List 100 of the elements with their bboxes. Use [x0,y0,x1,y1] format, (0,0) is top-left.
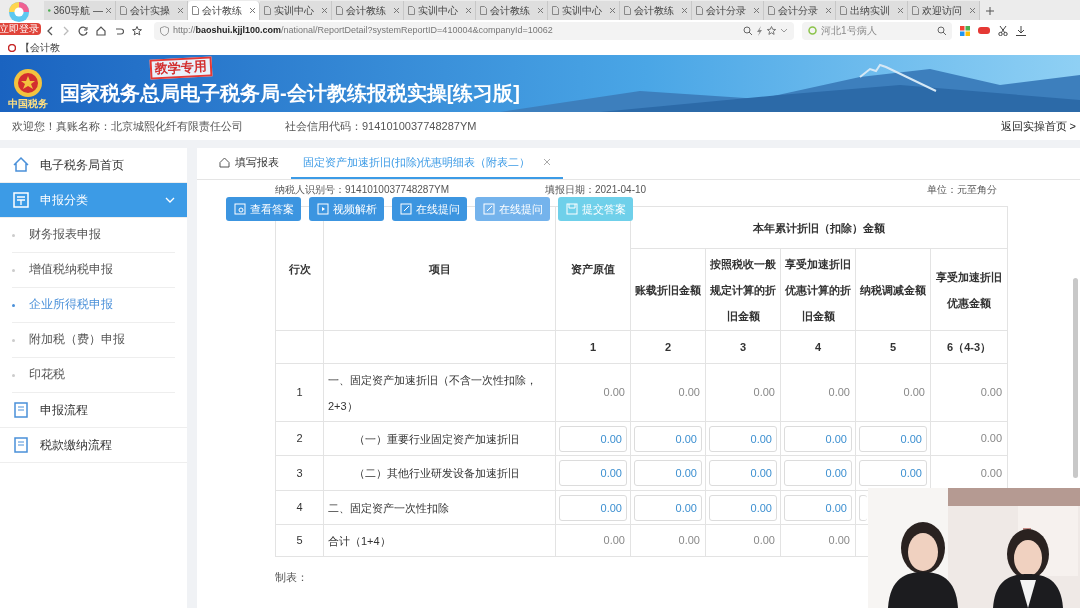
home-icon [12,156,30,174]
bookmark-link[interactable]: 【会计教 [20,42,60,54]
column-header: 账载折旧金额 [630,248,706,331]
site-title: 国家税务总局电子税务局-会计教练报税实操[练习版] [60,81,520,106]
scissors-icon [998,25,1008,36]
row-number: 4 [275,490,324,525]
browser-tab[interactable]: 实训中心 [404,1,476,20]
tab-title: 实训中心 [418,4,459,18]
amount-input[interactable]: 0.00 [859,460,927,486]
column-number: 1 [555,330,631,364]
close-icon [322,8,327,13]
sidebar-item[interactable]: 税款缴纳流程 [0,428,187,463]
tab-title: 会计实操 [130,4,171,18]
browser-tab[interactable]: 会计实操 [116,1,188,20]
close-icon [178,8,183,13]
address-field[interactable]: http://baoshui.kjjl100.com/national/ReportDetail?systemReportID=410004&companyId=10062 [154,21,794,40]
submenu-item[interactable]: 企业所得税申报 [12,288,175,323]
amount-input[interactable]: 0.00 [709,460,777,486]
account-name: 欢迎您！真账名称：北京城熙化纤有限责任公司 [12,118,243,134]
browser-tab[interactable]: 出纳实训 [836,1,908,20]
tab-title: 实训中心 [562,4,603,18]
close-icon [106,8,111,13]
column-header: 本年累计折旧（扣除）金额 [630,206,1008,249]
row-number: 5 [275,524,324,557]
tab-title: 会计分录 [706,4,747,18]
pencil-icon [482,203,495,215]
page-icon [408,6,415,15]
page-icon [552,6,559,15]
home-icon [219,156,230,168]
browser-tab[interactable]: 会计教练 [332,1,404,20]
browser-tab[interactable]: 会计教练 [620,1,692,20]
browser-tab[interactable]: 欢迎访问 [908,1,980,20]
amount-input[interactable] [859,494,867,521]
amount-value: 0.00 [828,534,851,547]
star-icon [132,25,142,36]
row-label: 二、固定资产一次性扣除 [323,490,556,525]
column-header: 享受加速折旧优惠计算的折旧金额 [780,248,856,331]
tab-title: 360导航 — [53,4,103,18]
tab-title: 欢迎访问 [922,4,963,18]
page-icon [912,6,919,15]
save-icon [565,203,578,215]
row-number: 2 [275,421,324,456]
column-header: 按照税收一般规定计算的折旧金额 [705,248,781,331]
page-tab[interactable]: 填写报表 [207,148,291,179]
row-number: 1 [275,363,324,422]
amount-value: 0.00 [678,534,701,547]
amount-input[interactable]: 0.00 [784,494,852,521]
document-icon [12,436,30,454]
amount-value: 0.00 [603,534,626,547]
tab-title: 会计教练 [490,4,531,18]
tab-title: 会计教练 [202,4,243,18]
tab-title: 出纳实训 [850,4,891,18]
browser-tab[interactable]: 360导航 — [44,1,116,20]
amount-input[interactable]: 0.00 [784,460,852,486]
amount-value: 0.00 [753,386,776,399]
submenu-item[interactable]: 印花税 [12,358,175,393]
close-icon [754,8,759,13]
browser-tab[interactable]: 会计教练 [188,1,260,20]
amount-input[interactable]: 0.00 [784,425,852,452]
column-number: 4 [780,330,856,364]
amount-input[interactable]: 0.00 [559,460,627,486]
back-link[interactable]: 返回实操首页 > [1000,117,1076,135]
login-badge[interactable]: 立即登录 [0,23,41,35]
reload-icon [78,25,88,36]
amount-input[interactable]: 0.00 [709,494,777,521]
amount-value: 0.00 [980,432,1004,445]
browser-tab[interactable]: 会计分录 [764,1,836,20]
amount-input[interactable]: 0.00 [559,494,627,521]
amount-input[interactable]: 0.00 [709,425,777,452]
document-icon [12,401,30,419]
amount-value: 0.00 [678,386,701,399]
star-icon [767,26,776,35]
amount-input[interactable]: 0.00 [859,425,927,452]
close-icon [826,8,831,13]
bookmark-logo-icon [8,44,16,52]
page-icon [768,6,775,15]
amount-input[interactable]: 0.00 [634,494,702,521]
page-icon [624,6,631,15]
caret-icon [780,27,788,34]
amount-input[interactable]: 0.00 [634,425,702,452]
home-icon [96,25,106,36]
browser-tab[interactable]: 会计教练 [476,1,548,20]
credit-code: 社会信用代码：9141010037748287YM [285,118,477,134]
submenu-item[interactable]: 增值税纳税申报 [12,253,175,288]
amount-value: 0.00 [903,386,926,399]
submenu-item[interactable]: 财务报表申报 [12,218,175,253]
amount-input[interactable]: 0.00 [559,425,627,452]
browser-tab[interactable]: 会计分录 [692,1,764,20]
amount-input[interactable]: 0.00 [634,460,702,486]
document-icon [12,191,30,209]
download-icon [1016,25,1026,36]
column-number: 2 [630,330,706,364]
submenu-item[interactable]: 附加税（费）申报 [12,323,175,358]
browser-tab[interactable]: 实训中心 [260,1,332,20]
plus-icon [986,7,994,15]
row-number: 3 [275,455,324,491]
close-icon [970,8,975,13]
browser-tab[interactable]: 实训中心 [548,1,620,20]
magnifier-icon [233,203,246,215]
sidebar-item[interactable]: 申报流程 [0,393,187,428]
